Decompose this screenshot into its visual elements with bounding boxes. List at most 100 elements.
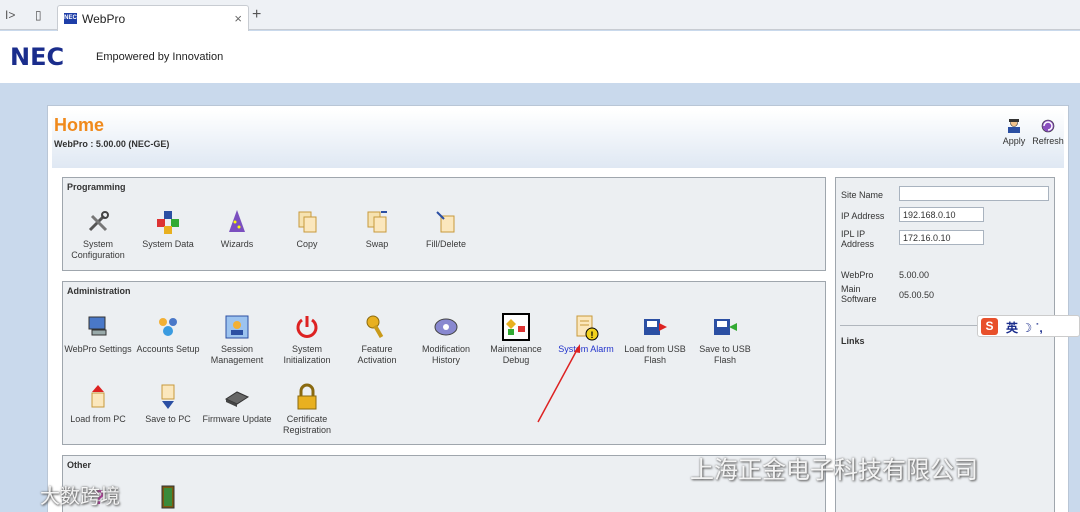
swap-button[interactable]: Swap	[342, 208, 412, 250]
ipl-ip-address-label: IPL IP Address	[841, 229, 875, 249]
item-label: Accounts Setup	[136, 344, 200, 354]
lock-icon	[297, 383, 317, 410]
alarm-icon: !	[576, 315, 599, 341]
session-management-button[interactable]: Session Management	[202, 313, 272, 366]
item-label: Copy	[296, 239, 318, 249]
main-software-label: Main Software	[841, 284, 877, 304]
apply-label: Apply	[1002, 136, 1026, 146]
close-tab-icon[interactable]: ×	[234, 11, 242, 26]
version-label: WebPro : 5.00.00 (NEC-GE)	[54, 139, 170, 149]
links-heading: Links	[841, 336, 865, 346]
browser-tabbar: I> ▯ NEC WebPro × +	[0, 0, 1080, 31]
site-name-label: Site Name	[841, 190, 884, 200]
item-label: Fill/Delete	[425, 239, 466, 249]
page-header: Home WebPro : 5.00.00 (NEC-GE) Apply Ref…	[52, 110, 1064, 168]
modification-history-button[interactable]: Modification History	[411, 313, 481, 366]
accounts-setup-button[interactable]: Accounts Setup	[133, 313, 203, 355]
item-label: Feature Activation	[357, 344, 397, 365]
ime-toolbar[interactable]: S 英 ☽ ˙,	[977, 315, 1080, 337]
tab-title: WebPro	[82, 12, 126, 26]
system-configuration-button[interactable]: System Configuration	[63, 208, 133, 261]
brand-tagline: Empowered by Innovation	[96, 51, 224, 63]
new-tab-icon[interactable]: +	[252, 6, 261, 24]
firmware-update-button[interactable]: Firmware Update	[202, 383, 272, 425]
item-label: Firmware Update	[202, 414, 272, 424]
administration-panel: Administration WebPro Settings Accounts …	[62, 281, 826, 445]
usb-save-icon	[714, 319, 737, 335]
wizard-icon	[229, 210, 245, 232]
ime-status: 英 ☽ ˙,	[1006, 321, 1043, 335]
watermark-brand: 大数跨境	[40, 486, 120, 508]
annotation-arrow	[537, 344, 580, 423]
site-name-input[interactable]	[899, 186, 1049, 201]
fill-delete-icon	[436, 211, 455, 233]
load-from-pc-button[interactable]: Load from PC	[63, 383, 133, 425]
ip-address-field[interactable]: 192.168.0.10	[899, 207, 984, 222]
other-title: Other	[67, 460, 92, 470]
nec-favicon-icon: NEC	[64, 13, 77, 24]
exit-door-icon	[161, 485, 175, 509]
programming-title: Programming	[67, 182, 126, 192]
item-label: Wizards	[220, 239, 254, 249]
item-label: System Initialization	[283, 344, 331, 365]
tab-list-icon[interactable]: ▯	[35, 8, 42, 22]
history-icon	[434, 318, 458, 336]
system-initialization-button[interactable]: System Initialization	[272, 313, 342, 366]
sogou-icon: S	[981, 318, 998, 335]
watermark-company: 上海正金电子科技有限公司	[690, 456, 978, 484]
item-label: Save to USB Flash	[699, 344, 751, 365]
svg-text:!: !	[591, 330, 594, 340]
webpro-version-label: WebPro	[841, 270, 874, 280]
item-label: WebPro Settings	[64, 344, 132, 354]
load-from-usb-button[interactable]: Load from USB Flash	[620, 313, 690, 366]
tools-icon	[88, 211, 109, 232]
item-label: Modification History	[421, 344, 471, 365]
main-software-value: 05.00.50	[899, 290, 935, 300]
pc-save-icon	[161, 384, 175, 409]
page-title: Home	[54, 115, 105, 135]
system-data-button[interactable]: System Data	[133, 208, 203, 250]
apply-icon	[1008, 119, 1020, 133]
item-label: System Configuration	[71, 239, 125, 260]
item-label: Certificate Registration	[282, 414, 332, 435]
apply-button[interactable]: Apply	[996, 118, 1032, 146]
firmware-icon	[224, 391, 250, 407]
save-to-usb-button[interactable]: Save to USB Flash	[690, 313, 760, 366]
ipl-ip-address-field[interactable]: 172.16.0.10	[899, 230, 984, 245]
item-label: Load from USB Flash	[624, 344, 686, 365]
refresh-button[interactable]: Refresh	[1030, 118, 1066, 146]
certificate-registration-button[interactable]: Certificate Registration	[272, 383, 342, 436]
ip-address-label: IP Address	[841, 211, 885, 221]
users-icon	[159, 318, 177, 336]
item-label: Save to PC	[145, 414, 191, 424]
tab-webpro[interactable]: NEC WebPro ×	[57, 5, 249, 31]
copy-icon	[298, 211, 317, 233]
swap-icon	[367, 211, 387, 233]
item-label: Swap	[365, 239, 389, 249]
pc-load-icon	[91, 385, 105, 408]
item-label: System Data	[142, 239, 194, 249]
debug-icon	[502, 313, 530, 341]
usb-load-icon	[644, 319, 667, 335]
fill-delete-button[interactable]: Fill/Delete	[411, 208, 481, 250]
webpro-version-value: 5.00.00	[899, 270, 930, 280]
wizards-button[interactable]: Wizards	[202, 208, 272, 250]
computer-icon	[88, 316, 107, 336]
key-icon	[366, 315, 384, 339]
refresh-icon	[1041, 119, 1055, 133]
exit-button[interactable]	[133, 482, 203, 512]
item-label: Load from PC	[70, 414, 126, 424]
sidebar-toggle-icon[interactable]: I>	[5, 8, 15, 22]
cubes-icon	[157, 211, 179, 234]
feature-activation-button[interactable]: Feature Activation	[342, 313, 412, 366]
webpro-settings-button[interactable]: WebPro Settings	[63, 313, 133, 355]
power-icon	[296, 316, 318, 338]
save-to-pc-button[interactable]: Save to PC	[133, 383, 203, 425]
administration-title: Administration	[67, 286, 131, 296]
programming-panel: Programming System Configuration System …	[62, 177, 826, 271]
item-label: Session Management	[210, 344, 264, 365]
nec-logo: NEC	[10, 43, 65, 71]
site-header: NEC Empowered by Innovation	[0, 31, 1080, 83]
session-icon	[225, 315, 249, 339]
copy-button[interactable]: Copy	[272, 208, 342, 250]
